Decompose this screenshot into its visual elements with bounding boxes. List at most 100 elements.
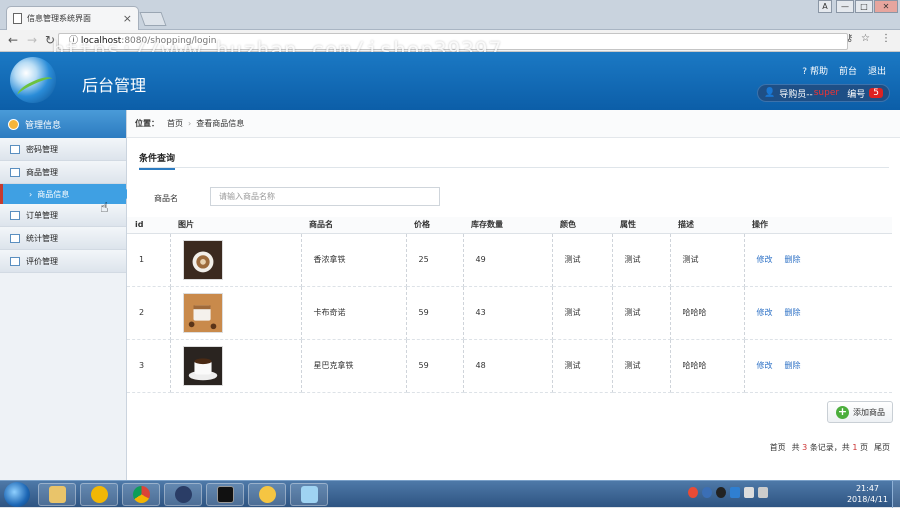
breadcrumb-current: 查看商品信息 <box>196 119 245 128</box>
user-role: super <box>813 88 840 98</box>
column-header: 价格 <box>406 217 463 234</box>
logout-link[interactable]: 退出 <box>868 64 886 77</box>
minimize-button[interactable]: — <box>836 0 854 13</box>
network-icon[interactable] <box>744 487 754 498</box>
show-desktop-button[interactable] <box>892 481 900 508</box>
cell-attr: 测试 <box>612 286 671 340</box>
qq-icon[interactable] <box>716 487 726 498</box>
shield-icon[interactable] <box>730 487 740 498</box>
sidebar-header: 管理信息 <box>0 110 126 138</box>
product-name-search-input[interactable]: 请输入商品名称 <box>210 187 440 206</box>
cell-attr: 测试 <box>612 339 671 393</box>
cell-price: 59 <box>406 286 464 340</box>
cell-image <box>170 286 302 340</box>
edit-link[interactable]: 修改 <box>757 255 773 264</box>
taskbar-eclipse[interactable] <box>164 483 202 506</box>
close-window-button[interactable]: ✕ <box>874 0 898 13</box>
taskbar-chrome[interactable] <box>122 483 160 506</box>
table-row: 3 星巴克拿铁 59 48 测试 测试 哈哈哈 修改 删除 <box>127 339 892 393</box>
delete-link[interactable]: 删除 <box>785 361 801 370</box>
sidebar-item-products[interactable]: 商品管理 <box>0 161 126 184</box>
number-label: 编号 <box>847 89 866 100</box>
table-row: 1 香浓拿铁 25 49 测试 测试 测试 修改 删除 <box>127 233 892 287</box>
user-label: 导购员-- <box>779 89 813 100</box>
delete-link[interactable]: 删除 <box>785 308 801 317</box>
app-header: 后台管理 ? 帮助 前台 退出 👤 导购员-- super 编号 5 <box>0 52 900 110</box>
taskbar-cmd[interactable] <box>206 483 244 506</box>
first-page-link[interactable]: 首页 <box>770 442 786 453</box>
clock[interactable]: 21:47 2018/4/11 <box>847 483 888 505</box>
cell-stock: 43 <box>463 286 553 340</box>
sidebar-header-icon <box>8 118 19 130</box>
volume-icon[interactable] <box>758 487 768 498</box>
cell-actions: 修改 删除 <box>744 286 892 340</box>
frontend-link[interactable]: 前台 <box>839 64 857 77</box>
browser-tab[interactable]: 信息管理系统界面 × <box>6 6 139 30</box>
taskbar: 21:47 2018/4/11 <box>0 480 900 508</box>
back-icon[interactable]: ← <box>8 33 18 47</box>
chrome-icon <box>132 486 150 503</box>
taskbar-app2[interactable] <box>248 483 286 506</box>
filter-label: 商品名 <box>154 194 178 203</box>
cell-image <box>170 339 302 393</box>
column-header: id <box>127 217 170 234</box>
edit-link[interactable]: 修改 <box>757 361 773 370</box>
cell-name: 星巴克拿铁 <box>301 339 407 393</box>
cell-id: 1 <box>127 233 171 287</box>
cell-name: 卡布奇诺 <box>301 286 407 340</box>
key-icon[interactable]: ⚷ <box>846 33 853 44</box>
help-tray-icon[interactable] <box>702 487 712 498</box>
breadcrumb-home[interactable]: 首页 <box>167 118 183 129</box>
taskbar-app3[interactable] <box>290 483 328 506</box>
help-link[interactable]: ? 帮助 <box>802 64 828 77</box>
column-header: 商品名 <box>301 217 406 234</box>
cell-actions: 修改 删除 <box>744 339 892 393</box>
browser-tab-bar: 信息管理系统界面 × A — □ ✕ <box>0 0 900 30</box>
column-header: 图片 <box>170 217 301 234</box>
menu-item-icon <box>10 144 20 154</box>
coffee-image <box>182 292 223 333</box>
new-tab-button[interactable] <box>139 12 167 26</box>
cell-stock: 48 <box>463 339 553 393</box>
start-button[interactable] <box>4 482 30 507</box>
sidebar-item-reviews[interactable]: 评价管理 <box>0 250 126 273</box>
menu-icon[interactable]: ⋮ <box>881 33 891 44</box>
cell-price: 59 <box>406 339 464 393</box>
cell-desc: 哈哈哈 <box>670 286 745 340</box>
breadcrumb-label: 位置： <box>135 119 159 128</box>
document-icon <box>13 13 22 24</box>
main-content: 位置： 首页 › 查看商品信息 条件查询 商品名 请输入商品名称 id 图片 商… <box>127 110 900 480</box>
cell-color: 测试 <box>552 339 613 393</box>
add-product-button[interactable]: + 添加商品 <box>827 401 893 423</box>
profile-button[interactable]: A <box>818 0 832 13</box>
sidebar-item-statistics[interactable]: 统计管理 <box>0 227 126 250</box>
last-page-link[interactable]: 尾页 <box>874 442 890 453</box>
terminal-icon <box>216 486 234 503</box>
add-product-label: 添加商品 <box>853 407 885 417</box>
sidebar-item-password[interactable]: 密码管理 <box>0 138 126 161</box>
cell-name: 香浓拿铁 <box>301 233 407 287</box>
cell-stock: 49 <box>463 233 553 287</box>
divider <box>139 167 889 168</box>
table-header-row: id 图片 商品名 价格 库存数量 颜色 属性 描述 操作 <box>127 217 892 234</box>
forward-icon[interactable]: → <box>27 33 37 47</box>
cell-id: 3 <box>127 339 171 393</box>
menu-item-icon <box>10 167 20 177</box>
logo-icon <box>10 57 56 103</box>
app-icon <box>258 486 276 503</box>
app-title: 后台管理 <box>82 76 147 95</box>
menu-item-icon <box>10 210 20 220</box>
plus-icon: + <box>836 404 849 419</box>
sogou-icon[interactable] <box>688 487 698 498</box>
taskbar-app[interactable] <box>80 483 118 506</box>
cell-desc: 哈哈哈 <box>670 339 745 393</box>
star-icon[interactable]: ☆ <box>861 33 870 44</box>
cell-actions: 修改 删除 <box>744 233 892 287</box>
cell-attr: 测试 <box>612 233 671 287</box>
maximize-button[interactable]: □ <box>855 0 873 13</box>
delete-link[interactable]: 删除 <box>785 255 801 264</box>
product-table: id 图片 商品名 价格 库存数量 颜色 属性 描述 操作 1 香浓拿铁 25 … <box>127 217 892 393</box>
close-tab-icon[interactable]: × <box>123 12 132 25</box>
taskbar-explorer[interactable] <box>38 483 76 506</box>
edit-link[interactable]: 修改 <box>757 308 773 317</box>
